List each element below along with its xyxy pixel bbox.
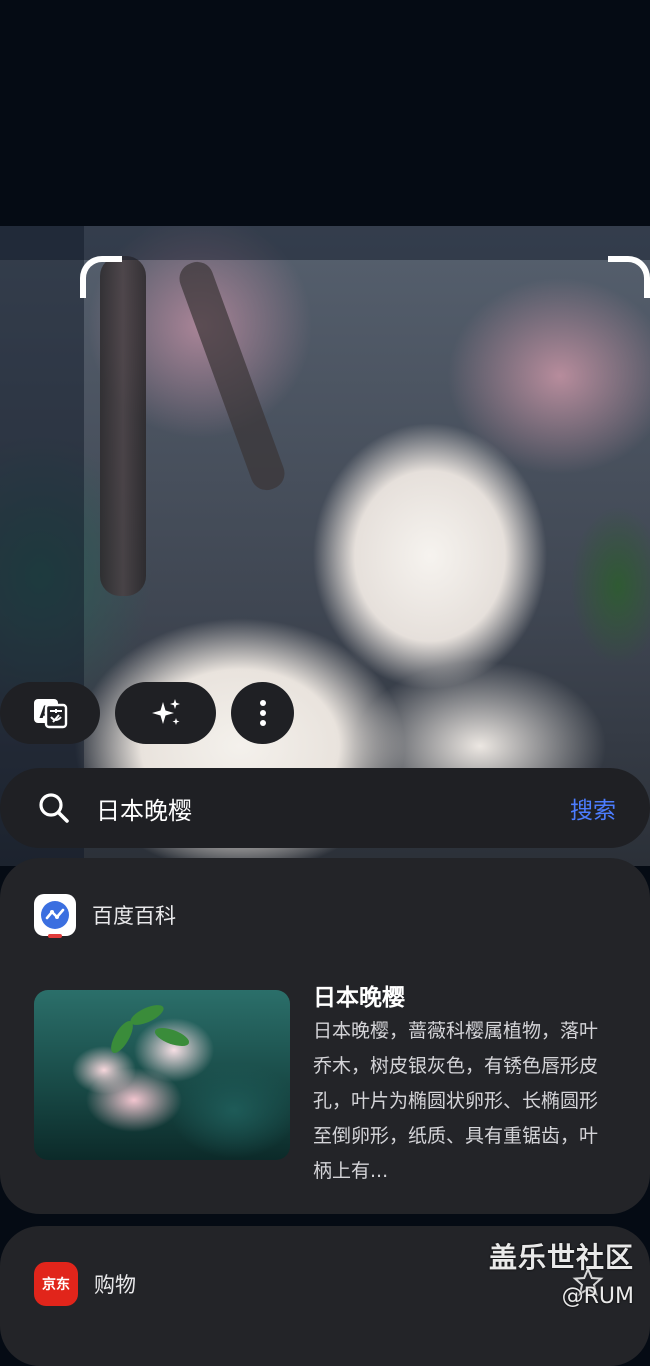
- baike-logo-icon: [34, 894, 76, 938]
- source-label: 百度百科: [92, 904, 176, 928]
- shopping-source-row: 京东 购物: [34, 1262, 136, 1306]
- more-vertical-icon: [258, 698, 268, 728]
- crop-handle-top-left[interactable]: [80, 256, 122, 298]
- result-description: 日本晚樱，蔷薇科樱属植物，落叶乔木，树皮银灰色，有锈色唇形皮孔，叶片为椭圆状卵形…: [313, 1020, 599, 1182]
- more-options-button[interactable]: [231, 682, 294, 744]
- translate-button[interactable]: A: [0, 682, 100, 744]
- thumbnail-leaf: [152, 1024, 192, 1050]
- tree-branch: [174, 257, 290, 495]
- leaves: [570, 506, 650, 666]
- jd-logo-icon: 京东: [34, 1262, 78, 1306]
- top-blank-area: [0, 0, 650, 226]
- result-title: 日本晚樱: [313, 985, 405, 1011]
- tree-trunk: [100, 256, 146, 596]
- ai-enhance-button[interactable]: [115, 682, 216, 744]
- search-query[interactable]: 日本晚樱: [96, 791, 192, 826]
- translate-icon: A: [32, 695, 68, 731]
- baike-result-card[interactable]: 百度百科 日本晚樱 日本晚樱，蔷薇科樱属植物，落叶乔木，树皮银灰色，有锈色唇形皮…: [0, 858, 650, 1214]
- crop-handle-top-right[interactable]: [608, 256, 650, 298]
- thumbnail-leaf: [127, 1001, 167, 1029]
- baike-source-row: 百度百科: [34, 894, 176, 938]
- thumbnail-leaf: [106, 1017, 138, 1057]
- search-button[interactable]: 搜索: [570, 791, 616, 825]
- search-icon: [38, 792, 70, 824]
- watermark-title: 盖乐世社区: [488, 1241, 634, 1274]
- watermark-handle: @RUM: [561, 1284, 634, 1309]
- shopping-label: 购物: [94, 1273, 136, 1297]
- sparkle-icon: [149, 696, 183, 730]
- search-bar[interactable]: 日本晚樱 搜索: [0, 768, 650, 848]
- result-thumbnail[interactable]: [34, 990, 290, 1160]
- dim-overlay-top: [0, 226, 650, 260]
